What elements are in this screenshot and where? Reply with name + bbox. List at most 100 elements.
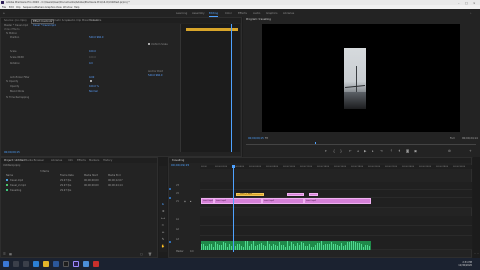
lift-icon[interactable]: ⇡ bbox=[390, 149, 393, 153]
project-item-name[interactable]: travelling bbox=[10, 189, 21, 192]
position-value[interactable]: 540.0 960.0 bbox=[89, 36, 103, 39]
trash-icon[interactable]: 🗑 bbox=[148, 252, 152, 256]
tab-metadata[interactable]: Metadata bbox=[89, 19, 101, 22]
workspace-audio[interactable]: Audio bbox=[253, 12, 260, 15]
slip-tool-icon[interactable]: ↔ bbox=[161, 230, 165, 234]
settings-wrench-icon[interactable]: ⚙ bbox=[448, 149, 451, 153]
pen-tool-icon[interactable]: ✎ bbox=[161, 237, 165, 241]
icon-view-icon[interactable]: ▦ bbox=[9, 252, 12, 256]
step-forward-icon[interactable]: ▸ bbox=[372, 149, 374, 153]
close-icon[interactable]: × bbox=[473, 1, 476, 5]
program-scrub-bar[interactable] bbox=[246, 144, 476, 145]
tab-info[interactable]: Info bbox=[68, 159, 73, 162]
ripple-edit-tool-icon[interactable]: ⟷ bbox=[161, 216, 165, 220]
step-back-icon[interactable]: ◂ bbox=[357, 149, 359, 153]
minimize-icon[interactable]: – bbox=[458, 1, 460, 5]
effect-controls-timecode[interactable]: 00;00;09;15 bbox=[4, 151, 20, 154]
opacity-value[interactable]: 100.0 % bbox=[89, 85, 99, 88]
workspace-graphics[interactable]: Graphics bbox=[266, 12, 277, 15]
column-media-end[interactable]: Media End bbox=[108, 174, 120, 177]
search-icon[interactable] bbox=[13, 261, 19, 267]
tab-history[interactable]: History bbox=[103, 159, 112, 162]
opacity-row[interactable]: fx Opacity bbox=[6, 80, 18, 83]
photos-icon[interactable] bbox=[83, 261, 89, 267]
track-label-v2[interactable]: V2 bbox=[176, 192, 179, 195]
media-player-icon[interactable] bbox=[93, 261, 99, 267]
timeline-playhead[interactable] bbox=[233, 165, 234, 252]
playback-resolution-select[interactable]: Full bbox=[450, 137, 454, 140]
terminal-icon[interactable] bbox=[63, 261, 69, 267]
tab-lumetri-scope[interactable]: Lumetri Scope bbox=[51, 19, 70, 22]
home-icon[interactable]: ⌂ bbox=[3, 12, 5, 15]
project-item-name[interactable]: travel.mp4 bbox=[10, 179, 23, 182]
new-item-icon[interactable]: ▢ bbox=[140, 252, 143, 256]
uniform-scale-checkbox[interactable] bbox=[148, 43, 150, 45]
zoom-fit-select[interactable]: Fit bbox=[265, 137, 268, 140]
scale-value[interactable]: 100.0 bbox=[89, 50, 96, 53]
project-item-name[interactable]: travel_2.mp4 bbox=[10, 184, 26, 187]
razor-tool-icon[interactable]: ✂ bbox=[161, 223, 165, 227]
tab-project[interactable]: Project: Untitled bbox=[4, 159, 25, 162]
playhead-handle[interactable] bbox=[231, 165, 235, 168]
play-icon[interactable]: ▶ bbox=[364, 149, 366, 153]
motion-row[interactable]: fx Motion bbox=[6, 32, 17, 35]
workspace-color[interactable]: Color bbox=[225, 12, 232, 15]
tab-effects[interactable]: Effects bbox=[77, 159, 86, 162]
timeline-clip[interactable] bbox=[309, 193, 318, 196]
program-current-timecode[interactable]: 00;00;09;15 bbox=[248, 137, 264, 140]
track-a2[interactable] bbox=[200, 226, 472, 236]
column-media-start[interactable]: Media Start bbox=[84, 174, 98, 177]
anti-flicker-value[interactable]: 0.00 bbox=[89, 76, 94, 79]
mark-in-icon[interactable]: { bbox=[333, 149, 335, 153]
comparison-view-icon[interactable]: ▣ bbox=[414, 149, 417, 153]
time-remapping-row[interactable]: fx Time Remapping bbox=[6, 96, 29, 99]
workspace-assembly[interactable]: Assembly bbox=[192, 12, 205, 15]
workspace-learning[interactable]: Learning bbox=[176, 12, 187, 15]
track-label-a1[interactable]: A1 bbox=[176, 218, 179, 221]
word-icon[interactable] bbox=[53, 261, 59, 267]
tab-source[interactable]: Source: (no clips) bbox=[4, 19, 27, 22]
timeline-timecode[interactable]: 00;00;09;15 bbox=[171, 163, 189, 167]
workspace-effects[interactable]: Effects bbox=[238, 12, 247, 15]
workspace-editing[interactable]: Editing bbox=[209, 12, 218, 15]
tab-libraries[interactable]: Libraries bbox=[51, 159, 62, 162]
selection-tool-icon[interactable]: ➤ bbox=[161, 202, 165, 206]
tab-sequence-travelling[interactable]: travelling bbox=[172, 159, 184, 162]
track-select-tool-icon[interactable]: ⇉ bbox=[161, 209, 165, 213]
file-explorer-icon[interactable] bbox=[43, 261, 49, 267]
export-frame-icon[interactable]: ◙ bbox=[406, 149, 409, 153]
add-marker-icon[interactable]: ▾ bbox=[325, 149, 327, 153]
blend-mode-value[interactable]: Normal bbox=[89, 90, 98, 93]
scale-width-value[interactable]: 100.0 bbox=[89, 56, 96, 59]
tab-markers[interactable]: Markers bbox=[89, 159, 99, 162]
track-v3[interactable] bbox=[200, 182, 472, 190]
mask-checkbox[interactable] bbox=[90, 80, 92, 82]
master-clip-label[interactable]: Master * travel.mp4 bbox=[4, 24, 28, 27]
anchor-point-value[interactable]: 540.0 960.0 bbox=[148, 74, 162, 77]
timeline-clip[interactable] bbox=[287, 193, 304, 196]
edge-browser-icon[interactable] bbox=[33, 261, 39, 267]
mark-out-icon[interactable]: } bbox=[340, 149, 342, 153]
hand-tool-icon[interactable]: ✋ bbox=[161, 244, 165, 248]
search-icon[interactable]: ⌕ bbox=[470, 12, 471, 15]
go-to-out-icon[interactable]: ⇥ bbox=[380, 149, 383, 153]
workspace-libraries[interactable]: Libraries bbox=[283, 12, 294, 15]
effect-controls-playhead[interactable] bbox=[231, 24, 232, 152]
lock-icon[interactable]: ▪ bbox=[190, 200, 191, 203]
eye-icon[interactable]: ◉ bbox=[184, 200, 186, 203]
rotation-value[interactable]: 0.0 bbox=[89, 62, 93, 65]
track-label-v1[interactable]: V1 bbox=[176, 200, 179, 203]
windows-start-icon[interactable] bbox=[3, 261, 9, 267]
track-a1[interactable] bbox=[200, 216, 472, 226]
go-to-in-icon[interactable]: ⇤ bbox=[349, 149, 352, 153]
track-label-a2[interactable]: A2 bbox=[176, 228, 179, 231]
button-editor-icon[interactable]: + bbox=[469, 149, 472, 153]
maximize-icon[interactable]: □ bbox=[465, 1, 468, 5]
program-monitor-title[interactable]: Program: travelling bbox=[246, 18, 271, 21]
premiere-taskbar-icon[interactable] bbox=[73, 261, 79, 267]
audio-clip[interactable] bbox=[201, 241, 371, 250]
track-label-v3[interactable]: V3 bbox=[176, 184, 179, 187]
extract-icon[interactable]: ⇞ bbox=[398, 149, 401, 153]
tab-media-browser[interactable]: Media Browser bbox=[25, 159, 44, 162]
track-label-a3[interactable]: A3 bbox=[176, 238, 179, 241]
